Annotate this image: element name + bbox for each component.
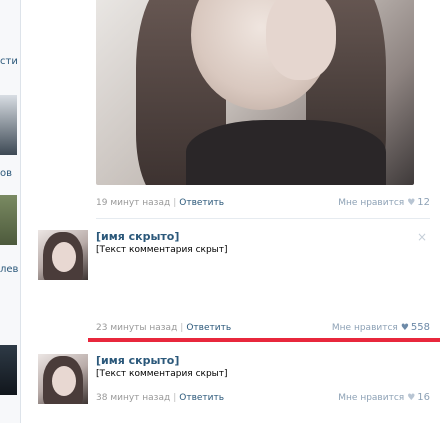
heart-icon: ♥ [407, 198, 416, 208]
reply-link[interactable]: Ответить [179, 198, 224, 208]
close-icon[interactable]: × [417, 230, 427, 244]
post-photo[interactable] [96, 0, 414, 185]
separator: | [180, 323, 184, 333]
avatar-detail [52, 366, 76, 396]
post-timestamp[interactable]: 19 минут назад [96, 198, 170, 208]
sidebar-thumbnail[interactable] [0, 195, 17, 245]
like-count: 558 [410, 322, 430, 333]
comment-footer: 23 минуты назад | Ответить Мне нравится ♥ 55… [96, 321, 430, 335]
separator: | [173, 393, 177, 403]
sidebar-thumbnail[interactable] [0, 345, 17, 395]
like-button[interactable]: Мне нравится ♥ 16 [338, 391, 430, 405]
heart-icon: ♥ [407, 393, 416, 403]
comment-text: [Текст комментария скрыт] [96, 245, 228, 255]
page: сти ов лев 19 минут назад | Ответить Мне н… [0, 0, 443, 423]
comment-text: [Текст комментария скрыт] [96, 369, 228, 379]
photo-detail [186, 120, 386, 185]
photo-detail [266, 0, 336, 80]
like-label: Мне нравится [331, 323, 398, 333]
comment-footer: 38 минут назад | Ответить Мне нравится ♥ 16 [96, 391, 430, 405]
sidebar-fragment-text[interactable]: ов [0, 168, 12, 179]
comment-author[interactable]: [имя скрыто] [96, 230, 179, 243]
sidebar-thumbnail[interactable] [0, 95, 17, 155]
heart-icon: ♥ [400, 323, 409, 333]
comment-author[interactable]: [имя скрыто] [96, 354, 179, 367]
sidebar-fragment-text[interactable]: сти [0, 56, 18, 67]
avatar[interactable] [38, 354, 88, 404]
like-button[interactable]: Мне нравится ♥ 558 [332, 321, 430, 335]
avatar-detail [52, 242, 76, 272]
like-count: 12 [417, 197, 430, 208]
reply-link[interactable]: Ответить [179, 393, 224, 403]
like-label: Мне нравится [338, 198, 405, 208]
sidebar-fragment-text[interactable]: лев [0, 264, 18, 275]
avatar[interactable] [38, 230, 88, 280]
like-button[interactable]: Мне нравится ♥ 12 [338, 196, 430, 210]
comment-timestamp[interactable]: 38 минут назад [96, 393, 170, 403]
divider [96, 218, 430, 219]
left-sidebar-fragment: сти ов лев [0, 0, 21, 423]
comment-item: [имя скрыто] × [Текст комментария скрыт] [38, 230, 433, 325]
reply-link[interactable]: Ответить [186, 323, 231, 333]
separator: | [173, 198, 177, 208]
post-footer: 19 минут назад | Ответить Мне нравится ♥ 12 [96, 196, 430, 210]
highlight-underline [88, 338, 440, 342]
comment-timestamp[interactable]: 23 минуты назад [96, 323, 177, 333]
like-label: Мне нравится [338, 393, 405, 403]
like-count: 16 [417, 392, 430, 403]
